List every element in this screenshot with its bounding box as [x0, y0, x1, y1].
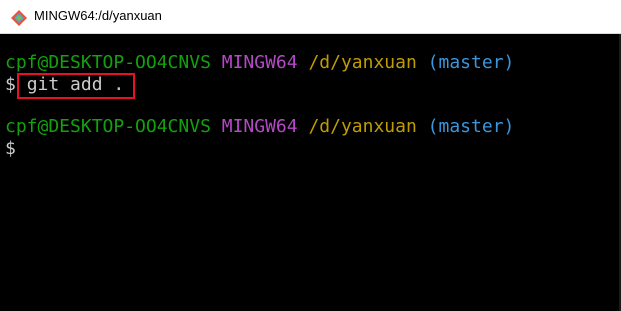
command-highlight-box — [17, 73, 135, 99]
prompt-line-1: cpf@DESKTOP-OO4CNVS MINGW64 /d/yanxuan (… — [5, 52, 514, 74]
prompt-path: /d/yanxuan — [308, 116, 417, 137]
prompt-shell: MINGW64 — [221, 116, 298, 137]
git-bash-icon — [11, 10, 27, 26]
prompt-symbol: $ — [5, 74, 16, 95]
window-title: MINGW64:/d/yanxuan — [34, 8, 162, 23]
prompt-user-host: cpf@DESKTOP-OO4CNVS — [5, 52, 211, 73]
prompt-user-host: cpf@DESKTOP-OO4CNVS — [5, 116, 211, 137]
terminal-window: MINGW64:/d/yanxuan cpf@DESKTOP-OO4CNVS M… — [0, 0, 621, 311]
terminal-output[interactable]: cpf@DESKTOP-OO4CNVS MINGW64 /d/yanxuan (… — [0, 34, 619, 311]
title-bar[interactable]: MINGW64:/d/yanxuan — [0, 0, 621, 34]
prompt-path: /d/yanxuan — [308, 52, 417, 73]
prompt-branch: (master) — [427, 116, 515, 137]
prompt-shell: MINGW64 — [221, 52, 298, 73]
prompt-line-2: cpf@DESKTOP-OO4CNVS MINGW64 /d/yanxuan (… — [5, 116, 514, 138]
prompt-symbol: $ — [5, 138, 16, 159]
command-line-2[interactable]: $ — [5, 138, 16, 160]
prompt-branch: (master) — [427, 52, 515, 73]
